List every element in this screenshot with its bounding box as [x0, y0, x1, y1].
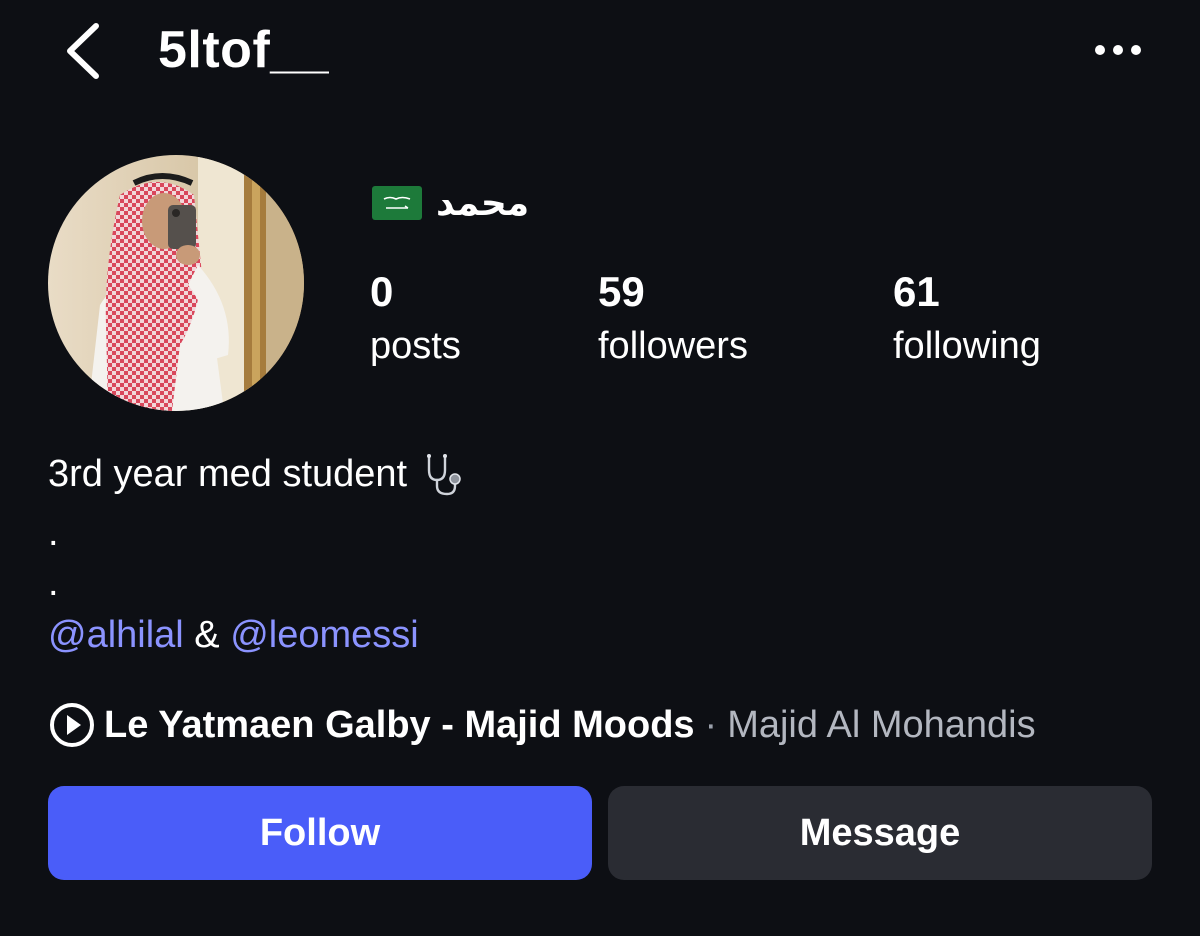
stat-following[interactable]: 61 following	[893, 268, 1041, 376]
music-artist: Majid Al Mohandis	[727, 703, 1036, 746]
stat-posts[interactable]: 0 posts	[370, 268, 461, 376]
mention-joiner: &	[183, 614, 231, 656]
music-song-title: Le Yatmaen Galby - Majid Moods	[104, 703, 695, 746]
profile-avatar[interactable]	[48, 155, 304, 411]
bio-dot: .	[48, 562, 59, 604]
bio-mentions: @alhilal & @leomessi	[48, 612, 419, 658]
message-button[interactable]: Message	[608, 786, 1152, 880]
chevron-left-icon	[67, 23, 99, 79]
stat-followers-label: followers	[598, 325, 748, 367]
display-name: محمد	[372, 178, 529, 228]
stat-posts-count: 0	[370, 268, 394, 315]
back-button[interactable]	[56, 18, 116, 84]
follow-button[interactable]: Follow	[48, 786, 592, 880]
bio-dot: .	[48, 512, 59, 554]
stat-followers-count: 59	[598, 268, 645, 315]
bio-line: 3rd year med student	[48, 450, 467, 498]
stat-following-label: following	[893, 325, 1041, 367]
stat-followers[interactable]: 59 followers	[598, 268, 748, 376]
music-separator: ·	[704, 703, 718, 746]
saudi-flag-icon	[372, 186, 422, 220]
stethoscope-icon	[427, 454, 461, 496]
stat-following-count: 61	[893, 268, 940, 315]
more-horizontal-icon	[1095, 45, 1141, 55]
mention-link-alhilal[interactable]: @alhilal	[48, 614, 184, 656]
mention-link-leomessi[interactable]: @leomessi	[230, 614, 419, 656]
play-circle-icon	[50, 703, 94, 747]
display-name-text: محمد	[436, 182, 530, 224]
profile-username: 5ltof__	[158, 21, 330, 79]
profile-music[interactable]: Le Yatmaen Galby - Majid Moods · Majid A…	[48, 700, 1036, 750]
avatar-photo	[48, 155, 304, 411]
bio-text: 3rd year med student	[48, 453, 408, 495]
more-options-button[interactable]	[1088, 30, 1148, 70]
stat-posts-label: posts	[370, 325, 461, 367]
